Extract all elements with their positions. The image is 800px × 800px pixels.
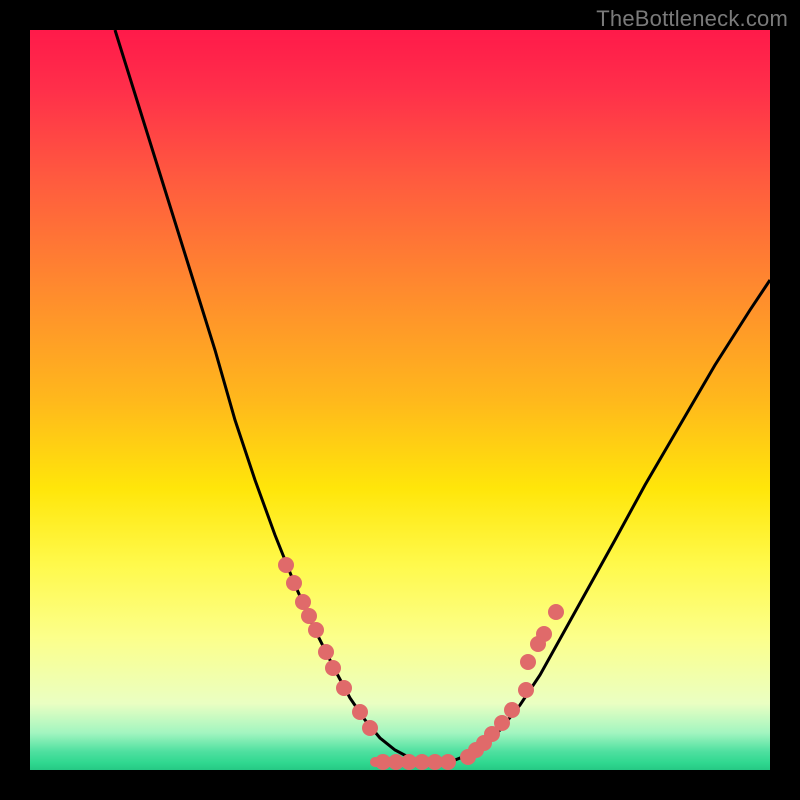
data-dot <box>362 720 378 736</box>
data-dot <box>352 704 368 720</box>
curve-right <box>440 280 770 762</box>
data-dot <box>548 604 564 620</box>
data-dots <box>278 557 564 770</box>
watermark-text: TheBottleneck.com <box>596 6 788 32</box>
bottleneck-curve-plot <box>30 30 770 770</box>
data-dot <box>278 557 294 573</box>
data-dot <box>520 654 536 670</box>
data-dot <box>494 715 510 731</box>
data-dot <box>308 622 324 638</box>
data-dot <box>295 594 311 610</box>
data-dot <box>536 626 552 642</box>
curve-left <box>115 30 440 762</box>
data-dot <box>301 608 317 624</box>
data-dot <box>325 660 341 676</box>
data-dot <box>518 682 534 698</box>
data-dot <box>504 702 520 718</box>
data-dot <box>440 754 456 770</box>
data-dot <box>336 680 352 696</box>
data-dot <box>318 644 334 660</box>
chart-area <box>30 30 770 770</box>
data-dot <box>286 575 302 591</box>
